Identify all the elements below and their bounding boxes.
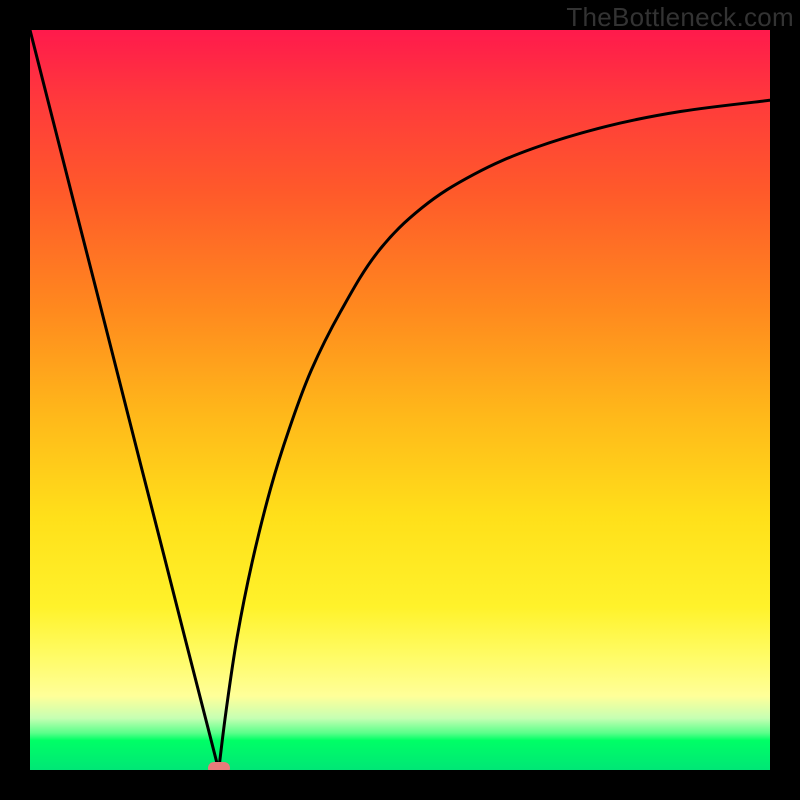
curve-path [30,30,770,770]
optimal-point-marker [208,762,230,770]
chart-frame: TheBottleneck.com [0,0,800,800]
watermark-text: TheBottleneck.com [566,2,794,33]
plot-area [30,30,770,770]
bottleneck-curve [30,30,770,770]
